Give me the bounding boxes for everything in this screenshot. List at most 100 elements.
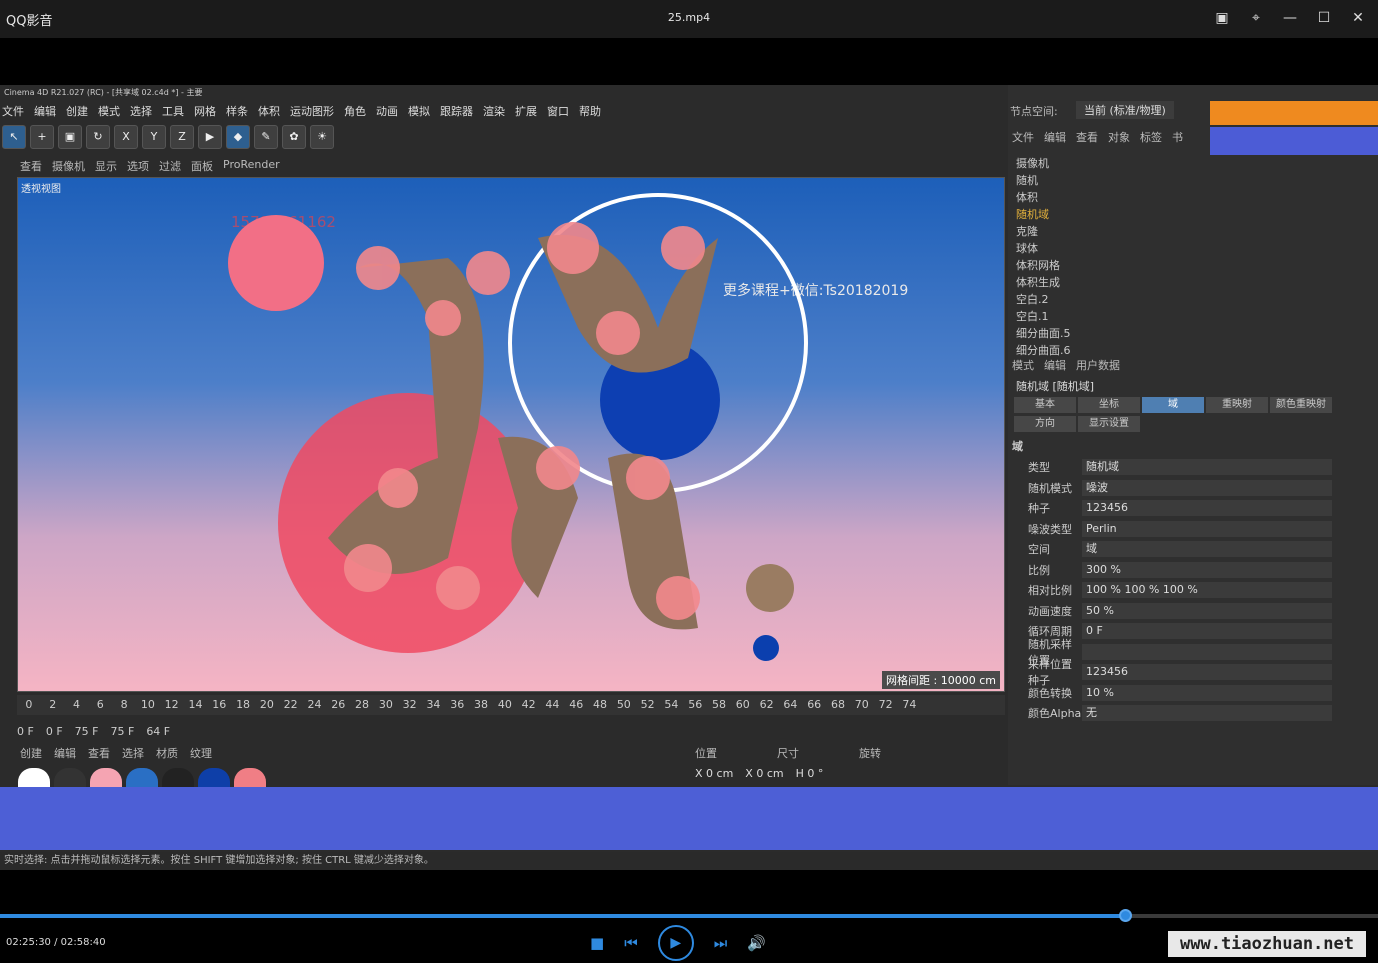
- object-row[interactable]: 空白.1: [1016, 308, 1356, 325]
- object-row[interactable]: 体积: [1016, 189, 1356, 206]
- timeline-tick[interactable]: 16: [207, 695, 231, 715]
- material-menu-item[interactable]: 创建: [20, 745, 42, 761]
- menu-item[interactable]: 渲染: [483, 103, 505, 121]
- object-menu-item[interactable]: 对象: [1108, 129, 1130, 145]
- menu-item[interactable]: 工具: [162, 103, 184, 121]
- z-axis-icon[interactable]: Z: [170, 125, 194, 149]
- menu-item[interactable]: 扩展: [515, 103, 537, 121]
- property-value[interactable]: 无: [1082, 705, 1332, 721]
- x-axis-icon[interactable]: X: [114, 125, 138, 149]
- material-menu-item[interactable]: 查看: [88, 745, 110, 761]
- current-frame-field[interactable]: 0 F: [46, 725, 63, 738]
- object-menu-item[interactable]: 编辑: [1044, 129, 1066, 145]
- timeline-tick[interactable]: 46: [564, 695, 588, 715]
- timeline-tick[interactable]: 38: [469, 695, 493, 715]
- property-value[interactable]: 噪波: [1082, 479, 1332, 496]
- rotate-tool-icon[interactable]: ↻: [86, 125, 110, 149]
- node-space-select[interactable]: 当前 (标准/物理): [1076, 101, 1174, 119]
- render-icon[interactable]: ▶: [198, 125, 222, 149]
- viewport-menu-item[interactable]: 面板: [191, 158, 213, 174]
- menu-item[interactable]: 角色: [344, 103, 366, 121]
- timeline-tick[interactable]: 10: [136, 695, 160, 715]
- property-value[interactable]: 10 %: [1082, 684, 1332, 701]
- attribute-tab[interactable]: 重映射: [1206, 397, 1268, 413]
- timeline-tick[interactable]: 58: [707, 695, 731, 715]
- volume-icon[interactable]: 🔊: [747, 934, 766, 952]
- timeline-tick[interactable]: 62: [755, 695, 779, 715]
- property-value[interactable]: 50 %: [1082, 602, 1332, 619]
- pen-icon[interactable]: ✎: [254, 125, 278, 149]
- timeline-tick[interactable]: 54: [660, 695, 684, 715]
- object-menu-item[interactable]: 书: [1172, 129, 1183, 145]
- timeline-tick[interactable]: 12: [160, 695, 184, 715]
- video-frame[interactable]: Cinema 4D R21.027 (RC) - [共享域 02.c4d *] …: [0, 85, 1378, 870]
- end-frame[interactable]: 75 F: [75, 725, 99, 738]
- viewport-menu-item[interactable]: ProRender: [223, 158, 280, 174]
- attribute-tab[interactable]: 颜色重映射: [1270, 397, 1332, 413]
- menu-item[interactable]: 模式: [98, 103, 120, 121]
- timeline-tick[interactable]: 68: [826, 695, 850, 715]
- timeline-tick[interactable]: 44: [541, 695, 565, 715]
- timeline-tick[interactable]: 20: [255, 695, 279, 715]
- timeline-tick[interactable]: 8: [112, 695, 136, 715]
- object-row[interactable]: 随机: [1016, 172, 1356, 189]
- timeline-tick[interactable]: 36: [445, 695, 469, 715]
- timeline-tick[interactable]: 74: [897, 695, 921, 715]
- object-menu-item[interactable]: 文件: [1012, 129, 1034, 145]
- timeline-ruler[interactable]: 0 2 4 6 8 10 12 14 16 18 20 22 24 26 28 30 32 34 36 38 40 42 4…: [17, 695, 1005, 715]
- material-menu-item[interactable]: 材质: [156, 745, 178, 761]
- timeline-tick[interactable]: 18: [231, 695, 255, 715]
- rot-h-field[interactable]: H 0 °: [796, 767, 824, 780]
- next-icon[interactable]: ⏭: [714, 934, 728, 952]
- material-menu-item[interactable]: 编辑: [54, 745, 76, 761]
- timeline-tick[interactable]: 32: [398, 695, 422, 715]
- object-row[interactable]: 细分曲面.5: [1016, 325, 1356, 342]
- property-value[interactable]: 100 % 100 % 100 %: [1082, 582, 1332, 598]
- menu-item[interactable]: 样条: [226, 103, 248, 121]
- generator-icon[interactable]: ✿: [282, 125, 306, 149]
- viewport-menu-item[interactable]: 过滤: [159, 158, 181, 174]
- viewport-menu-item[interactable]: 选项: [127, 158, 149, 174]
- property-value[interactable]: 随机域: [1082, 459, 1332, 475]
- move-tool-icon[interactable]: +: [30, 125, 54, 149]
- progress-bar[interactable]: [0, 914, 1378, 918]
- timeline-tick[interactable]: 0: [17, 695, 41, 715]
- attribute-menu-item[interactable]: 模式: [1012, 357, 1034, 373]
- timeline-tick[interactable]: 26: [326, 695, 350, 715]
- viewport-menu-item[interactable]: 摄像机: [52, 158, 85, 174]
- object-row[interactable]: 球体: [1016, 240, 1356, 257]
- menu-item[interactable]: 体积: [258, 103, 280, 121]
- attribute-menu-item[interactable]: 编辑: [1044, 357, 1066, 373]
- timeline-tick[interactable]: 70: [850, 695, 874, 715]
- end-frame-2[interactable]: 75 F: [110, 725, 134, 738]
- pin-icon[interactable]: ⌖: [1246, 8, 1266, 28]
- timeline-tick[interactable]: 52: [636, 695, 660, 715]
- object-row[interactable]: 体积生成: [1016, 274, 1356, 291]
- cube-icon[interactable]: ◆: [226, 125, 250, 149]
- scale-tool-icon[interactable]: ▣: [58, 125, 82, 149]
- timeline-tick[interactable]: 6: [88, 695, 112, 715]
- attribute-tab[interactable]: 显示设置: [1078, 416, 1140, 432]
- timeline-tick[interactable]: 30: [374, 695, 398, 715]
- close-icon[interactable]: ✕: [1348, 8, 1368, 28]
- size-x-field[interactable]: X 0 cm: [745, 767, 783, 780]
- timeline-tick[interactable]: 2: [41, 695, 65, 715]
- attribute-tab[interactable]: 域: [1142, 397, 1204, 413]
- start-frame[interactable]: 0 F: [17, 725, 34, 738]
- object-row[interactable]: 摄像机: [1016, 155, 1356, 172]
- maximize-icon[interactable]: ☐: [1314, 8, 1334, 28]
- menu-item[interactable]: 编辑: [34, 103, 56, 121]
- property-value[interactable]: 300 %: [1082, 561, 1332, 578]
- timeline-tick[interactable]: 48: [588, 695, 612, 715]
- menu-item[interactable]: 跟踪器: [440, 103, 473, 121]
- timeline-tick[interactable]: 42: [517, 695, 541, 715]
- menu-item[interactable]: 网格: [194, 103, 216, 121]
- attribute-menu-item[interactable]: 用户数据: [1076, 357, 1120, 373]
- timeline-tick[interactable]: 4: [65, 695, 89, 715]
- menu-item[interactable]: 运动图形: [290, 103, 334, 121]
- object-row[interactable]: 随机域: [1016, 206, 1356, 223]
- timeline-tick[interactable]: 56: [683, 695, 707, 715]
- viewport-menu-item[interactable]: 显示: [95, 158, 117, 174]
- timeline-tick[interactable]: 66: [802, 695, 826, 715]
- play-icon[interactable]: ▶: [657, 925, 694, 961]
